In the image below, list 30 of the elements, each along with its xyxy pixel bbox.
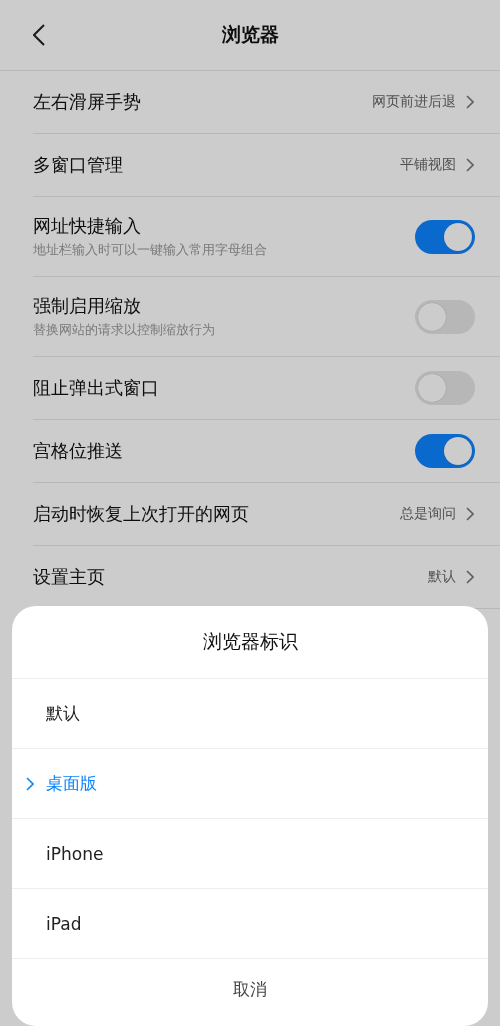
toggle-switch[interactable] <box>415 434 475 468</box>
setting-label: 网址快捷输入 <box>33 214 142 238</box>
chevron-icon[interactable] <box>466 158 474 172</box>
setting-description: 替换网站的请求以控制缩放行为 <box>33 321 216 339</box>
setting-label: 左右滑屏手势 <box>33 90 142 114</box>
setting-label: 强制启用缩放 <box>33 294 142 318</box>
chevron-icon[interactable] <box>466 570 474 584</box>
option-item[interactable]: 桌面版 <box>12 749 488 819</box>
back-icon[interactable] <box>33 24 45 46</box>
chevron-icon <box>26 776 34 791</box>
page-title: 浏览器 <box>221 22 279 47</box>
option-item[interactable]: iPad <box>12 889 488 959</box>
setting-label: 宫格位推送 <box>33 439 124 463</box>
toggle-switch[interactable] <box>415 299 475 334</box>
option-item[interactable]: 默认 <box>12 679 488 749</box>
setting-label: 启动时恢复上次打开的网页 <box>33 502 250 526</box>
setting-value[interactable]: 平铺视图 <box>400 156 456 174</box>
chevron-icon[interactable] <box>466 507 474 521</box>
toggle-switch[interactable] <box>415 219 475 254</box>
setting-value[interactable]: 默认 <box>428 568 456 586</box>
setting-value[interactable]: 总是询问 <box>400 505 456 523</box>
toggle-switch[interactable] <box>415 371 475 405</box>
dialog-title: 浏览器标识 <box>12 606 488 679</box>
setting-label: 设置主页 <box>33 565 106 589</box>
cancel-button[interactable]: 取消 <box>12 959 488 1026</box>
setting-value[interactable]: 网页前进后退 <box>372 93 456 111</box>
chevron-icon[interactable] <box>466 95 474 109</box>
setting-label: 多窗口管理 <box>33 153 124 177</box>
setting-label: 阻止弹出式窗口 <box>33 376 160 400</box>
option-item[interactable]: iPhone <box>12 819 488 889</box>
